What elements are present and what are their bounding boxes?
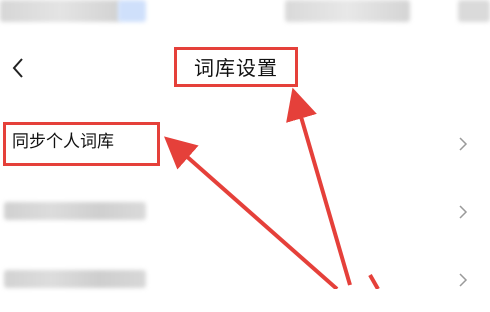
blurred-status-left [0, 0, 120, 22]
chevron-right-icon [459, 137, 468, 151]
back-button[interactable] [6, 50, 30, 86]
annotation-box-row [3, 122, 160, 166]
blurred-status-accent [118, 0, 146, 22]
blurred-status-far-right [458, 0, 490, 22]
blurred-status-right [285, 0, 410, 22]
status-bar [0, 0, 490, 40]
blurred-row-label [4, 202, 146, 220]
settings-row-blurred-2[interactable] [0, 250, 490, 312]
blurred-row-label [4, 270, 146, 288]
annotation-box-title [174, 47, 298, 87]
settings-row-blurred-1[interactable] [0, 182, 490, 244]
chevron-right-icon [459, 273, 468, 287]
chevron-right-icon [459, 205, 468, 219]
chevron-left-icon [12, 58, 23, 78]
